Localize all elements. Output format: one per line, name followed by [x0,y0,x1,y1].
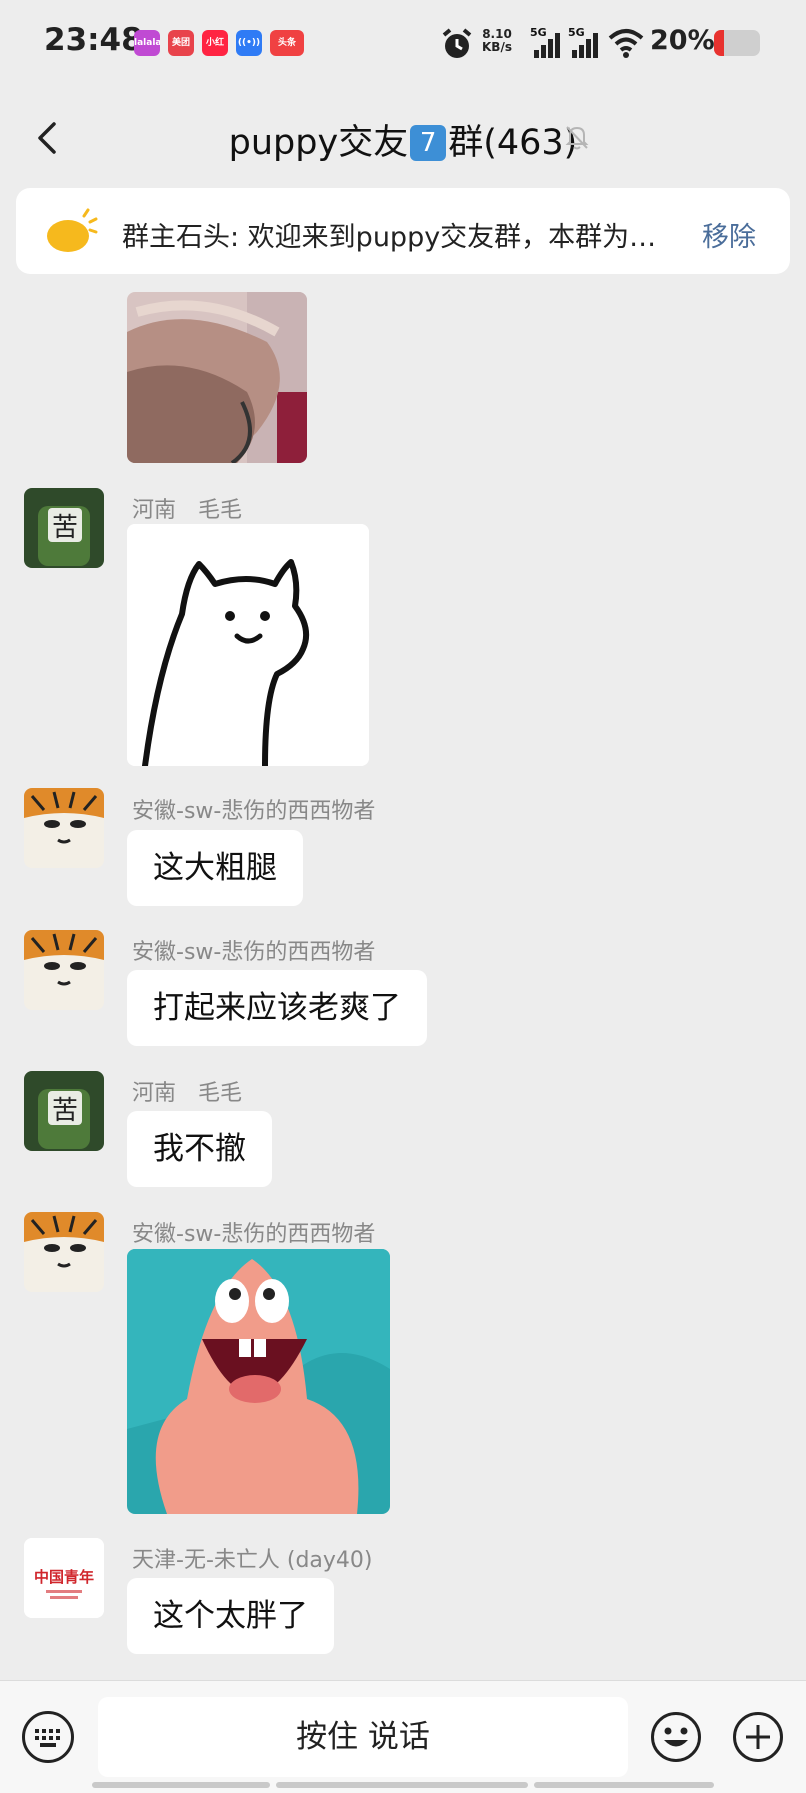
gesture-bar [534,1782,714,1788]
message-bubble[interactable]: 这大粗腿 [127,830,303,906]
app-notification-icon: ((•)) [236,30,262,56]
message-bubble[interactable]: 这个太胖了 [127,1578,334,1654]
avatar[interactable]: 苦 [24,488,104,568]
emoji-icon[interactable] [650,1711,702,1763]
remove-announcement-button[interactable]: 移除 [702,215,756,254]
app-notification-icon: 美团 [168,30,194,56]
image-message[interactable] [127,1249,390,1514]
message-bubble[interactable]: 打起来应该老爽了 [127,970,427,1046]
image-message[interactable] [127,524,369,766]
net-speed: 8.10 KB/s [482,27,512,54]
signal-icon: 5G [568,26,602,58]
announcement-text: 群主石头: 欢迎来到puppy交友群，本群为… [122,222,657,253]
chat-title: puppy交友 7 群(463) [228,123,578,163]
sender-name: 安徽-sw-悲伤的西西物者 [132,1222,376,1247]
avatar[interactable] [24,788,104,868]
hold-to-talk-button[interactable]: 按住 说话 [98,1697,628,1777]
mute-bell-icon [565,126,589,150]
avatar-glyph: 苦 [52,513,78,543]
announcement-horn-icon [47,208,98,252]
alarm-icon [442,28,472,58]
gesture-bar [276,1782,528,1788]
sender-name: 河南 毛毛 [132,498,243,523]
app-notification-icon: 头条 [270,30,304,56]
gesture-bar [92,1782,270,1788]
plus-icon[interactable] [732,1711,784,1763]
cat-doodle-sticker [127,524,369,766]
sender-name: 安徽-sw-悲伤的西西物者 [132,799,376,824]
sender-name: 天津-无-未亡人 (day40) [132,1548,373,1573]
message-bubble[interactable]: 我不撤 [127,1111,272,1187]
keycap-seven-emoji: 7 [410,125,447,161]
battery-percent: 20% [650,25,715,56]
status-time: 23:48 [44,22,143,58]
sender-name: 安徽-sw-悲伤的西西物者 [132,940,376,965]
avatar-glyph: 苦 [52,1096,78,1126]
avatar[interactable]: 苦 [24,1071,104,1151]
avatar-glyph: 中国青年 [34,1568,94,1586]
image-message[interactable] [127,292,307,463]
app-notification-icon: 小红书 [202,30,228,56]
avatar[interactable] [24,930,104,1010]
app-notification-icon: lalala [134,30,160,56]
keyboard-icon[interactable] [22,1711,74,1763]
signal-icon: 5G [530,26,564,58]
status-bar: 23:48 lalala 美团 小红书 ((•)) 头条 8.10 KB/s 5… [0,0,806,88]
wifi-icon [608,29,644,58]
sender-name: 河南 毛毛 [132,1081,243,1106]
avatar[interactable] [24,1212,104,1292]
battery-icon [714,30,760,56]
avatar[interactable]: 中国青年 [24,1538,104,1618]
patrick-star-image [127,1249,390,1514]
